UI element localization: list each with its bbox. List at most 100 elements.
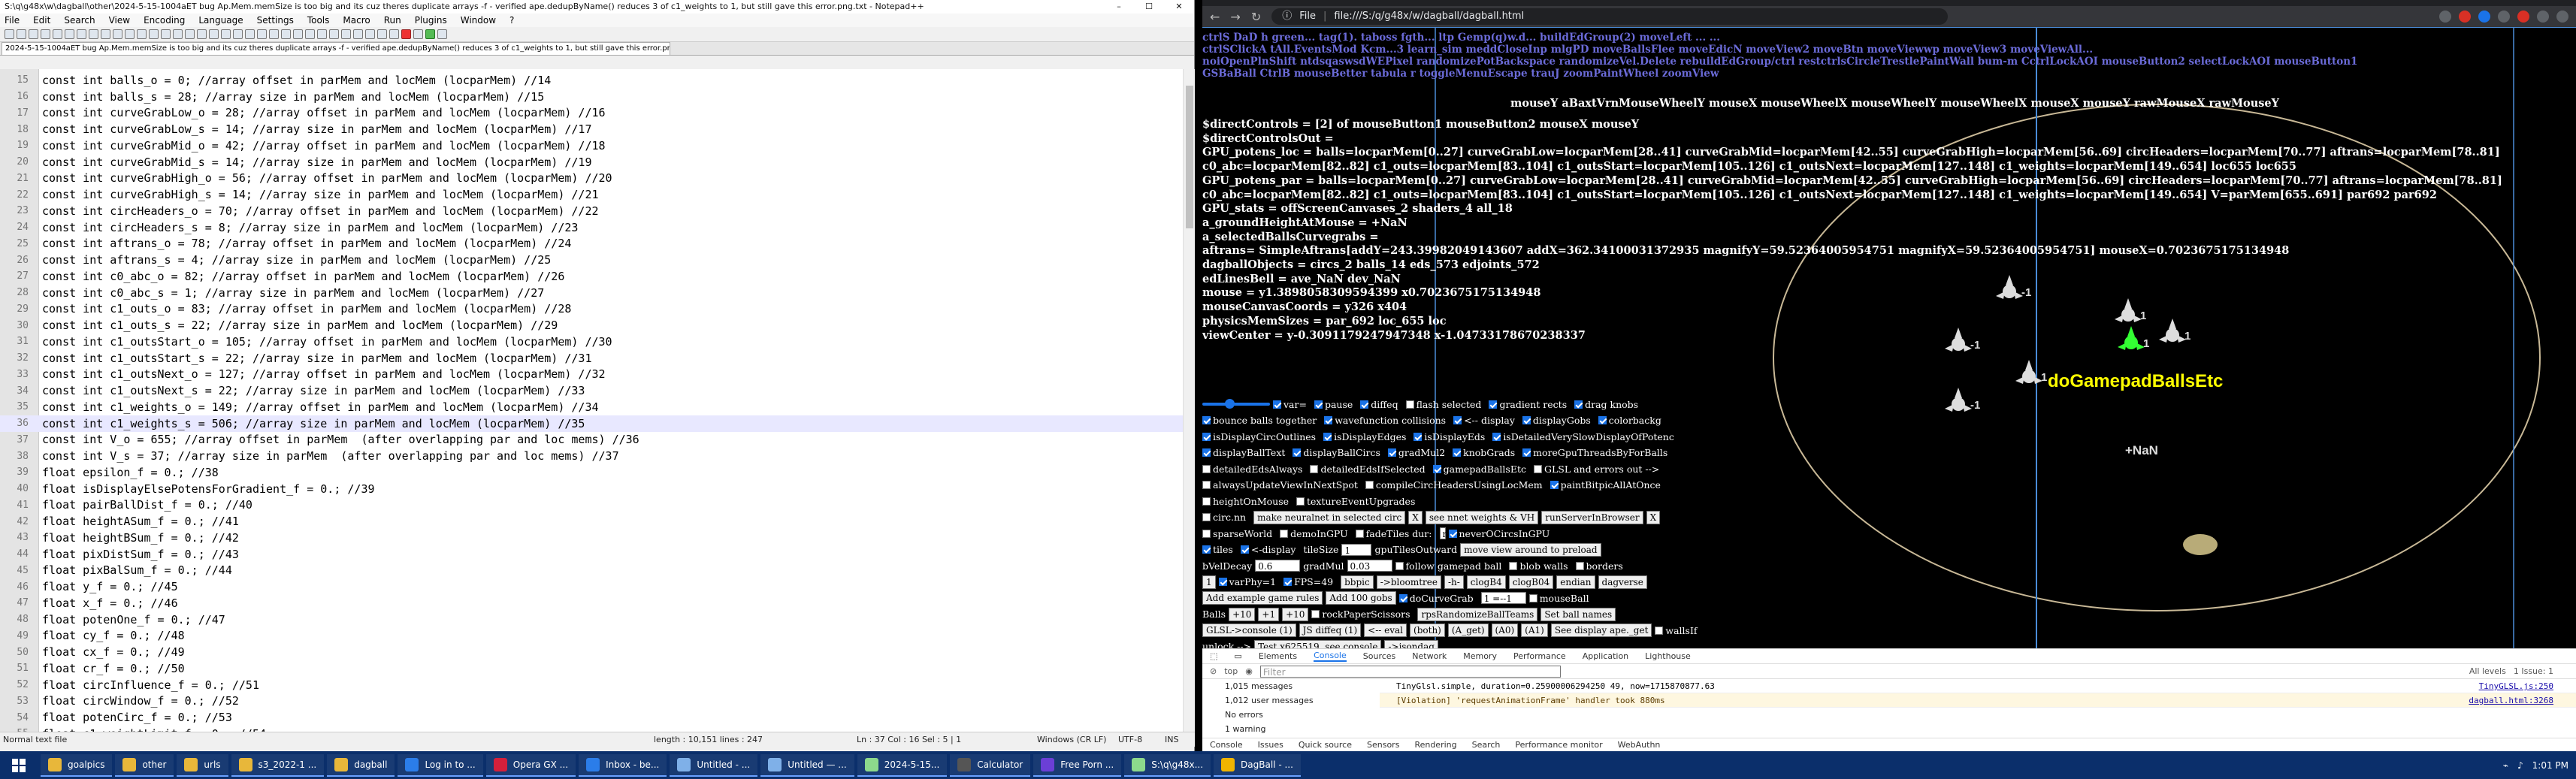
control-button[interactable]: endian xyxy=(1556,575,1595,589)
checkbox-item[interactable]: FPS=49 xyxy=(1283,576,1333,587)
checkbox[interactable] xyxy=(1522,416,1531,424)
menu-item[interactable]: ? xyxy=(509,15,514,26)
checkbox-item[interactable]: heightOnMouse xyxy=(1202,496,1289,507)
toolbar-icon[interactable] xyxy=(401,29,411,39)
checkbox[interactable] xyxy=(1202,545,1211,554)
console-message-source[interactable]: TinyGLSL.js:250 xyxy=(2479,679,2553,693)
checkbox[interactable] xyxy=(1655,626,1664,635)
extension-icon[interactable] xyxy=(2478,11,2490,23)
ball[interactable]: 1 xyxy=(2115,298,2146,322)
toolbar-icon[interactable] xyxy=(41,29,50,39)
toolbar-icon[interactable] xyxy=(377,29,387,39)
checkbox[interactable] xyxy=(1448,529,1457,538)
checkbox-item[interactable]: displayBallCircs xyxy=(1293,447,1380,458)
filter-input[interactable]: Filter xyxy=(1259,665,1561,678)
checkbox[interactable] xyxy=(1273,400,1281,409)
checkbox[interactable] xyxy=(1453,448,1462,457)
checkbox-item[interactable]: alwaysUpdateViewInNextSpot xyxy=(1202,479,1358,491)
control-button[interactable]: (A_get) xyxy=(1447,624,1489,637)
checkbox-item[interactable]: isDisplayEds xyxy=(1413,431,1485,442)
context-select[interactable]: top xyxy=(1224,666,1238,676)
checkbox-item[interactable]: drag knobs xyxy=(1574,399,1638,410)
checkbox[interactable] xyxy=(1202,497,1211,506)
checkbox[interactable] xyxy=(1360,400,1369,409)
toolbar-icon[interactable] xyxy=(425,29,435,39)
console-sidebar-item[interactable]: No errors xyxy=(1202,708,1375,722)
console-sidebar-item[interactable]: 1 warning xyxy=(1202,722,1375,736)
menu-icon[interactable] xyxy=(2556,11,2568,23)
checkbox[interactable] xyxy=(1509,561,1518,570)
devtools-tab[interactable]: Console xyxy=(1314,651,1347,662)
ball[interactable]: 1 xyxy=(2159,319,2191,343)
checkbox-item[interactable]: follow gamepad ball xyxy=(1395,560,1501,572)
taskbar-item[interactable]: Log in to ... xyxy=(398,753,483,777)
clock[interactable]: 1:01 PM xyxy=(2532,760,2568,771)
control-button[interactable]: X xyxy=(1408,510,1423,524)
devtools-tab[interactable]: Lighthouse xyxy=(1645,651,1691,661)
extension-icon[interactable] xyxy=(2439,11,2451,23)
control-button[interactable]: (A0) xyxy=(1491,624,1519,637)
checkbox[interactable] xyxy=(1311,610,1320,618)
checkbox[interactable] xyxy=(1240,545,1249,554)
menu-item[interactable]: Macro xyxy=(343,15,370,26)
checkbox-item[interactable]: detailedEdsAlways xyxy=(1202,463,1302,475)
control-button[interactable]: See display ape._get xyxy=(1550,624,1652,637)
ball[interactable]: 1 xyxy=(2118,326,2149,350)
address-bar[interactable]: ⓘ File | file:///S:/q/g48x/w/dagball/dag… xyxy=(1271,8,1949,25)
checkbox-item[interactable]: doCurveGrab xyxy=(1398,593,1474,604)
toolbar-icon[interactable] xyxy=(5,29,14,39)
control-button[interactable]: make neuralnet in selected circ xyxy=(1253,510,1406,524)
control-button[interactable]: clogB4 xyxy=(1466,575,1506,589)
control-button[interactable]: see nnet weights & VH xyxy=(1425,510,1539,524)
checkbox[interactable] xyxy=(1218,578,1227,586)
toolbar-icon[interactable] xyxy=(341,29,351,39)
checkbox-item[interactable]: tiles xyxy=(1202,544,1233,555)
checkbox-item[interactable]: isDisplayEdges xyxy=(1323,431,1406,442)
checkbox-item[interactable]: GLSL and errors out --> xyxy=(1533,463,1659,475)
console-sidebar-item[interactable]: 1,012 user messages xyxy=(1202,693,1375,708)
toolbar-icon[interactable] xyxy=(317,29,327,39)
control-input[interactable]: neverOCircsInGPU xyxy=(1439,527,1529,539)
extension-icon[interactable] xyxy=(2498,11,2510,23)
checkbox[interactable] xyxy=(1280,529,1289,538)
control-button[interactable]: (A1) xyxy=(1521,624,1548,637)
menu-item[interactable]: Plugins xyxy=(415,15,447,26)
taskbar-item[interactable]: Untitled — ... xyxy=(760,753,854,777)
checkbox-item[interactable]: mouseBall xyxy=(1528,593,1589,604)
toolbar-icon[interactable] xyxy=(353,29,363,39)
taskbar-item[interactable]: goalpics xyxy=(41,753,113,777)
control-button[interactable]: X xyxy=(1646,510,1661,524)
checkbox[interactable] xyxy=(1405,400,1414,409)
drawer-tab[interactable]: Issues xyxy=(1258,740,1283,750)
checkbox[interactable] xyxy=(1395,561,1404,570)
checkbox-item[interactable]: var= xyxy=(1273,399,1307,410)
toolbar-icon[interactable] xyxy=(365,29,375,39)
checkbox[interactable] xyxy=(1202,448,1211,457)
drawer-tab[interactable]: Console xyxy=(1210,740,1243,750)
toolbar-icon[interactable] xyxy=(53,29,62,39)
menu-item[interactable]: Encoding xyxy=(144,15,185,26)
control-button[interactable]: GLSL->console (1) xyxy=(1202,624,1296,637)
toolbar-icon[interactable] xyxy=(65,29,74,39)
checkbox[interactable] xyxy=(1202,513,1211,521)
checkbox-item[interactable]: <-- display xyxy=(1453,415,1515,426)
taskbar-item[interactable]: other xyxy=(115,753,174,777)
checkbox-item[interactable]: wavefunction collisions xyxy=(1324,415,1446,426)
taskbar-item[interactable]: Untitled - ... xyxy=(670,753,758,777)
checkbox[interactable] xyxy=(1310,464,1319,473)
drawer-tab[interactable]: Rendering xyxy=(1414,740,1456,750)
control-button[interactable]: runServerInBrowser xyxy=(1541,510,1643,524)
taskbar-item[interactable]: Free Porn ... xyxy=(1033,753,1122,777)
menu-item[interactable]: Run xyxy=(384,15,401,26)
drawer-tab[interactable]: WebAuthn xyxy=(1618,740,1661,750)
checkbox[interactable] xyxy=(1323,432,1332,441)
toolbar-icon[interactable] xyxy=(389,29,399,39)
control-button[interactable]: Set ball names xyxy=(1540,607,1616,621)
control-button[interactable]: move view around to preload xyxy=(1460,542,1601,557)
control-input[interactable]: 0.03 xyxy=(1347,560,1392,572)
checkbox[interactable] xyxy=(1550,481,1559,489)
menu-item[interactable]: Language xyxy=(198,15,243,26)
maximize-icon[interactable]: ☐ xyxy=(1134,0,1164,14)
taskbar-item[interactable]: S:\q\g48x... xyxy=(1124,753,1211,777)
close-icon[interactable]: ✕ xyxy=(1164,0,1194,14)
